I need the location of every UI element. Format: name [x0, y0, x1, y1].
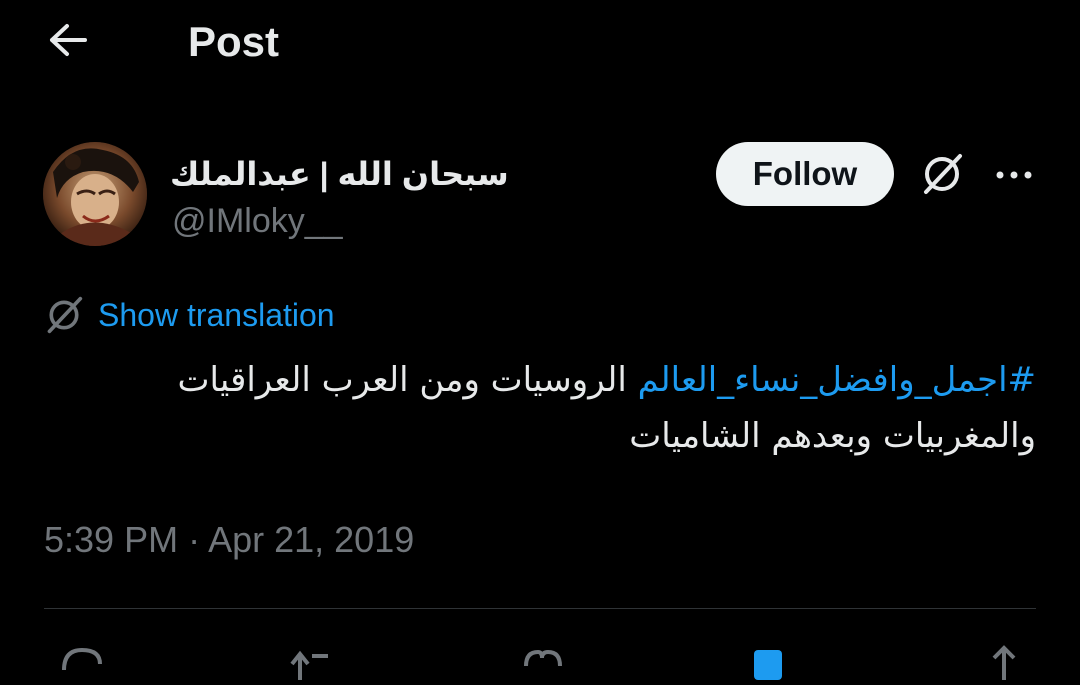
- repost-button[interactable]: [278, 640, 338, 680]
- more-options-button[interactable]: [986, 150, 1042, 202]
- action-bar: [0, 640, 1080, 680]
- translate-icon: [44, 295, 84, 335]
- user-handle[interactable]: @IMloky__: [172, 200, 343, 242]
- like-icon: [516, 640, 568, 680]
- like-button[interactable]: [512, 640, 572, 680]
- tweet-text: #اجمل_وافضل_نساء_العالم الروسيات ومن الع…: [44, 352, 1036, 464]
- share-button[interactable]: [974, 640, 1034, 680]
- page-title: Post: [188, 18, 280, 65]
- arrow-left-icon: [48, 23, 88, 62]
- follow-button[interactable]: Follow: [716, 142, 894, 206]
- show-translation-link[interactable]: Show translation: [44, 292, 335, 338]
- repost-icon: [282, 640, 334, 680]
- top-app-bar: Post: [0, 0, 1080, 84]
- display-name[interactable]: سبحان الله | عبدالملك: [170, 154, 509, 194]
- show-translation-label: Show translation: [98, 297, 335, 333]
- hashtag-link[interactable]: #اجمل_وافضل_نساء_العالم: [638, 360, 1036, 400]
- bookmark-button[interactable]: [738, 640, 798, 680]
- post-timestamp[interactable]: 5:39 PM · Apr 21, 2019: [44, 518, 414, 562]
- share-icon: [978, 640, 1030, 680]
- divider: [44, 608, 1036, 609]
- grok-button[interactable]: [914, 148, 970, 204]
- reply-icon: [56, 640, 108, 680]
- back-button[interactable]: [44, 20, 92, 64]
- tweet-author-row: سبحان الله | عبدالملك @IMloky__ Follow: [0, 138, 1080, 250]
- reply-button[interactable]: [52, 640, 112, 680]
- grok-icon: [920, 152, 964, 201]
- more-horizontal-icon: [994, 167, 1034, 185]
- avatar[interactable]: [43, 142, 147, 246]
- bookmark-icon: [742, 640, 794, 680]
